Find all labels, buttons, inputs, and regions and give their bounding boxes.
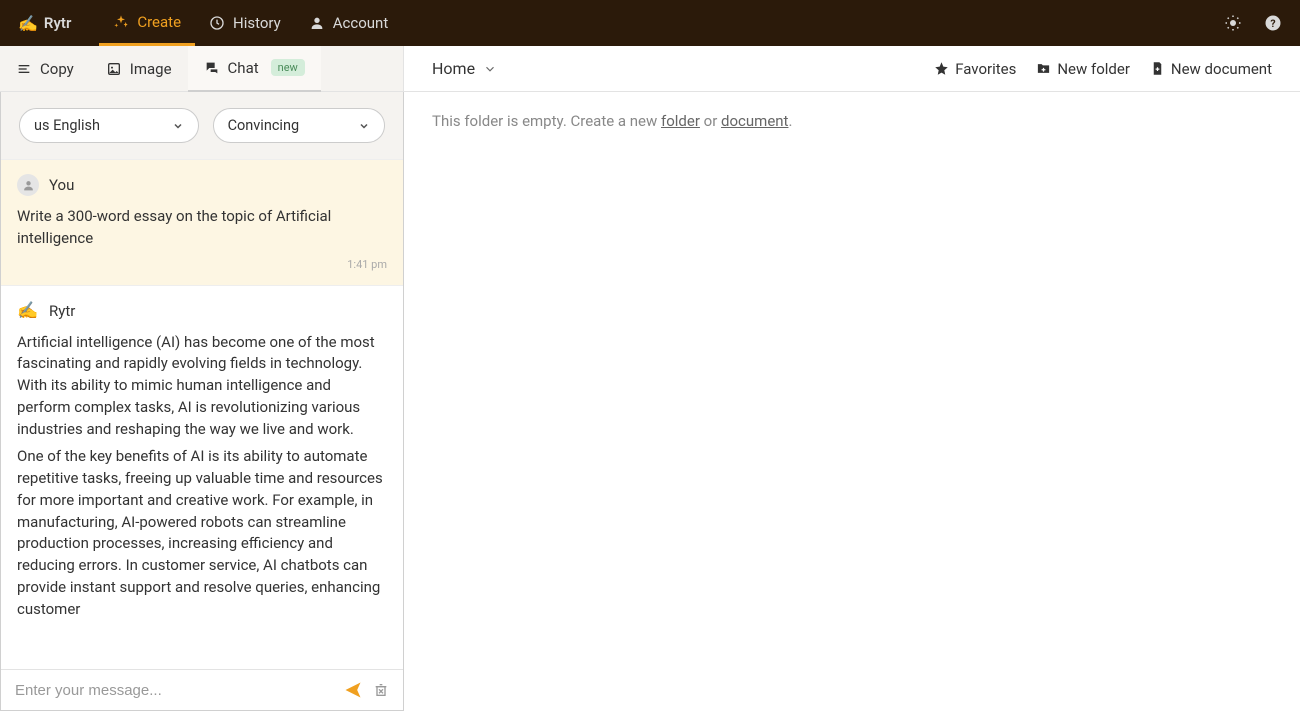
svg-text:?: ? — [1270, 17, 1275, 30]
brand-logo[interactable]: ✍️ Rytr — [18, 14, 71, 33]
help-icon: ? — [1264, 14, 1282, 32]
language-value: us English — [34, 117, 100, 134]
new-document-label: New document — [1171, 60, 1272, 78]
chat-icon — [204, 60, 220, 76]
new-document-button[interactable]: New document — [1150, 60, 1272, 78]
user-name: You — [49, 176, 74, 194]
user-message-time: 1:41 pm — [17, 258, 387, 271]
workspace-panel: This folder is empty. Create a new folde… — [404, 92, 1300, 711]
user-message-text: Write a 300-word essay on the topic of A… — [17, 206, 387, 250]
theme-toggle-button[interactable] — [1224, 14, 1242, 32]
person-icon — [309, 15, 325, 31]
chevron-down-icon — [483, 62, 497, 76]
send-button[interactable] — [343, 680, 363, 700]
nav-account-label: Account — [333, 14, 389, 32]
sparkle-icon — [113, 14, 129, 30]
breadcrumb[interactable]: Home — [432, 59, 497, 78]
tab-copy-label: Copy — [40, 60, 74, 78]
create-folder-link[interactable]: folder — [661, 112, 700, 130]
clear-button[interactable] — [373, 682, 389, 698]
rytr-message: ✍️ Rytr Artificial intelligence (AI) has… — [1, 286, 403, 641]
file-plus-icon — [1150, 61, 1165, 76]
brand-name: Rytr — [44, 14, 71, 32]
favorites-label: Favorites — [955, 60, 1016, 78]
period: . — [788, 112, 792, 130]
secondary-bar: Copy Image Chat new Home Favorites New f… — [0, 46, 1300, 92]
rytr-para2: One of the key benefits of AI is its abi… — [17, 446, 387, 620]
image-icon — [106, 61, 122, 77]
tone-value: Convincing — [228, 117, 300, 134]
user-avatar — [17, 174, 39, 196]
empty-text: This folder is empty. Create a new — [432, 112, 661, 130]
chevron-down-icon — [358, 120, 370, 132]
nav-history-label: History — [233, 14, 281, 32]
favorites-button[interactable]: Favorites — [934, 60, 1016, 78]
top-nav: ✍️ Rytr Create History Account ? — [0, 0, 1300, 46]
tab-copy[interactable]: Copy — [0, 46, 90, 92]
rytr-para1: Artificial intelligence (AI) has become … — [17, 332, 387, 441]
new-badge: new — [271, 59, 305, 76]
selector-row: us English Convincing — [1, 92, 403, 160]
new-folder-button[interactable]: New folder — [1036, 60, 1130, 78]
nav-account[interactable]: Account — [295, 0, 403, 46]
nav-create-label: Create — [137, 13, 181, 31]
nav-create[interactable]: Create — [99, 0, 195, 46]
user-message: You Write a 300-word essay on the topic … — [1, 160, 403, 286]
tab-image[interactable]: Image — [90, 46, 188, 92]
rytr-message-text: Artificial intelligence (AI) has become … — [17, 332, 387, 621]
chat-input[interactable] — [15, 682, 333, 699]
rytr-name: Rytr — [49, 302, 75, 320]
star-icon — [934, 61, 949, 76]
chat-panel: us English Convincing You Write a 300-wo… — [0, 92, 404, 711]
send-icon — [343, 680, 363, 700]
tone-select[interactable]: Convincing — [213, 108, 385, 143]
lines-icon — [16, 61, 32, 77]
rytr-avatar: ✍️ — [17, 300, 39, 322]
language-select[interactable]: us English — [19, 108, 199, 143]
person-icon — [22, 179, 35, 192]
sun-icon — [1224, 14, 1242, 32]
tab-image-label: Image — [130, 60, 172, 78]
breadcrumb-label: Home — [432, 59, 475, 78]
chat-input-row — [1, 669, 403, 710]
tab-chat-label: Chat — [228, 59, 259, 77]
help-button[interactable]: ? — [1264, 14, 1282, 32]
mode-tabs: Copy Image Chat new — [0, 46, 404, 91]
create-document-link[interactable]: document — [721, 112, 788, 130]
hand-writing-icon: ✍️ — [18, 14, 38, 33]
folder-plus-icon — [1036, 61, 1051, 76]
new-folder-label: New folder — [1057, 60, 1130, 78]
history-icon — [209, 15, 225, 31]
nav-history[interactable]: History — [195, 0, 295, 46]
chevron-down-icon — [172, 120, 184, 132]
trash-icon — [373, 682, 389, 698]
or-text: or — [700, 112, 721, 130]
main-area: us English Convincing You Write a 300-wo… — [0, 92, 1300, 711]
chat-scroll[interactable]: You Write a 300-word essay on the topic … — [1, 160, 403, 669]
tab-chat[interactable]: Chat new — [188, 46, 321, 92]
